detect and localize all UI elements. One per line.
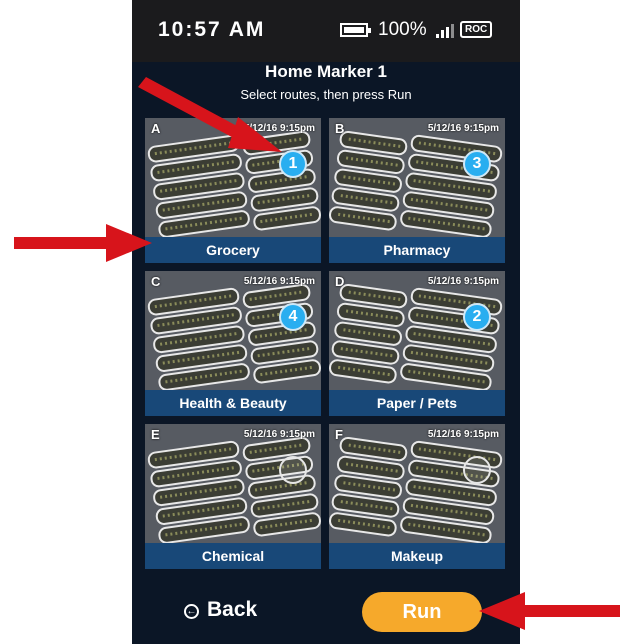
route-tile-f[interactable]: F 5/12/16 9:15pm Makeup	[329, 424, 505, 569]
route-timestamp: 5/12/16 9:15pm	[243, 276, 315, 287]
route-label: Grocery	[145, 237, 321, 263]
route-order-badge[interactable]	[279, 456, 307, 484]
route-order-badge[interactable]: 1	[279, 150, 307, 178]
route-order-badge[interactable]: 3	[463, 150, 491, 178]
page-subtitle: Select routes, then press Run	[240, 87, 412, 102]
back-arrow-icon: ←	[184, 604, 199, 619]
route-order-badge[interactable]: 2	[463, 303, 491, 331]
battery-percent: 100%	[378, 19, 427, 40]
phone-screen: 10:57 AM 100% ROC Home Marker 1 Select r…	[132, 0, 520, 644]
route-timestamp: 5/12/16 9:15pm	[427, 123, 499, 134]
route-letter: E	[151, 427, 160, 442]
status-time: 10:57 AM	[158, 18, 266, 41]
page-title: Home Marker 1	[265, 62, 387, 81]
route-timestamp: 5/12/16 9:15pm	[243, 429, 315, 440]
back-button[interactable]: ← Back	[184, 598, 257, 622]
route-timestamp: 5/12/16 9:15pm	[243, 123, 315, 134]
route-letter: F	[335, 427, 343, 442]
route-label: Makeup	[329, 543, 505, 569]
route-order-badge[interactable]	[463, 456, 491, 484]
route-tile-e[interactable]: E 5/12/16 9:15pm Chemical	[145, 424, 321, 569]
route-letter: A	[151, 121, 161, 136]
route-letter: C	[151, 274, 161, 289]
route-tile-d[interactable]: D 5/12/16 9:15pm 2 Paper / Pets	[329, 271, 505, 416]
battery-fill	[344, 27, 364, 33]
route-tile-a[interactable]: A 5/12/16 9:15pm 1 Grocery	[145, 118, 321, 263]
route-order-badge[interactable]: 4	[279, 303, 307, 331]
route-timestamp: 5/12/16 9:15pm	[427, 429, 499, 440]
route-label: Pharmacy	[329, 237, 505, 263]
route-label: Paper / Pets	[329, 390, 505, 416]
route-letter: B	[335, 121, 345, 136]
status-bar: 10:57 AM 100% ROC	[132, 0, 520, 62]
carrier-badge: ROC	[460, 21, 493, 38]
run-button[interactable]: Run	[362, 592, 482, 632]
route-tile-c[interactable]: C 5/12/16 9:15pm 4 Health & Beauty	[145, 271, 321, 416]
battery-icon	[340, 23, 371, 37]
route-tile-b[interactable]: B 5/12/16 9:15pm 3 Pharmacy	[329, 118, 505, 263]
route-timestamp: 5/12/16 9:15pm	[427, 276, 499, 287]
route-letter: D	[335, 274, 345, 289]
route-label: Chemical	[145, 543, 321, 569]
signal-icon	[436, 24, 454, 38]
route-label: Health & Beauty	[145, 390, 321, 416]
back-label: Back	[207, 598, 258, 621]
